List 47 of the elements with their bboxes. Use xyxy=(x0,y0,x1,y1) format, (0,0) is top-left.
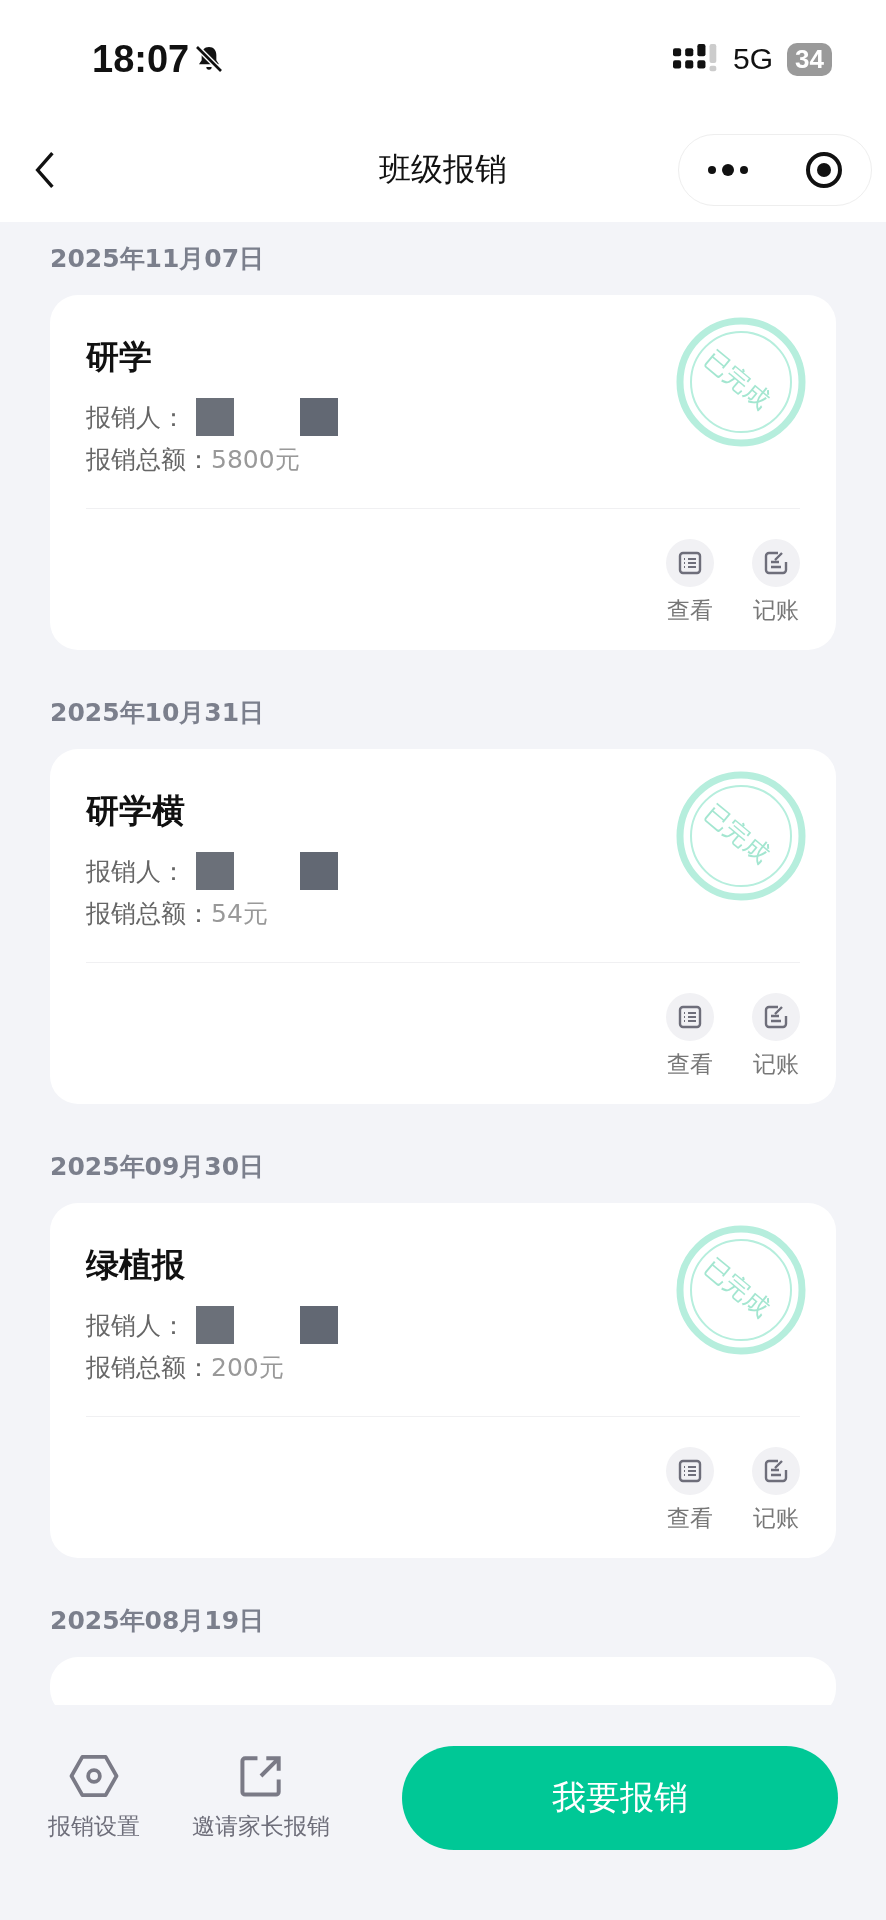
record-card[interactable]: 研学横 报销人： 报销总额：54元 已完成 查看 记账 xyxy=(50,749,836,1104)
stamp-ring-icon xyxy=(676,317,806,447)
list-icon[interactable] xyxy=(666,993,714,1041)
stamp-ring-icon xyxy=(676,1225,806,1355)
stamp-text: 已完成 xyxy=(698,343,777,417)
action-label[interactable]: 查看 xyxy=(667,1503,713,1534)
list-icon[interactable] xyxy=(666,539,714,587)
action-label[interactable]: 记账 xyxy=(753,1049,799,1080)
stamp-text: 已完成 xyxy=(698,1251,777,1325)
stamp-text: 已完成 xyxy=(698,797,777,871)
amount-value: 5800元 xyxy=(211,443,300,476)
reimburser-label: 报销人： xyxy=(86,1309,186,1342)
more-icon[interactable] xyxy=(706,163,750,177)
record-title: 绿植报 xyxy=(86,1244,186,1286)
amount-label: 报销总额： xyxy=(86,897,211,930)
invite-label[interactable]: 邀请家长报销 xyxy=(192,1811,330,1842)
battery-indicator: 34 xyxy=(787,42,832,76)
date-heading: 2025年08月19日 xyxy=(50,1605,266,1637)
action-label[interactable]: 查看 xyxy=(667,595,713,626)
network-label: 5G xyxy=(733,42,774,76)
action-label[interactable]: 记账 xyxy=(753,1503,799,1534)
record-title: 研学横 xyxy=(86,790,186,832)
edit-note-icon[interactable] xyxy=(752,1447,800,1495)
record-card[interactable]: 绿植报 报销人： 报销总额：200元 已完成 查看 记账 xyxy=(50,1203,836,1558)
record-card[interactable]: 研学 报销人： 报销总额：5800元 已完成 查看 记账 xyxy=(50,295,836,650)
amount-label: 报销总额： xyxy=(86,1351,211,1384)
date-heading: 2025年11月07日 xyxy=(50,243,266,275)
reimburser-label: 报销人： xyxy=(86,855,186,888)
action-label[interactable]: 查看 xyxy=(667,1049,713,1080)
amount-value: 54元 xyxy=(211,897,268,930)
amount-label: 报销总额： xyxy=(86,443,211,476)
reimburser-label: 报销人： xyxy=(86,401,186,434)
settings-icon[interactable] xyxy=(69,1753,119,1799)
edit-note-icon[interactable] xyxy=(752,993,800,1041)
settings-label[interactable]: 报销设置 xyxy=(48,1811,140,1842)
back-icon[interactable] xyxy=(34,151,56,189)
amount-value: 200元 xyxy=(211,1351,284,1384)
record-title: 研学 xyxy=(86,336,153,378)
action-label[interactable]: 记账 xyxy=(753,595,799,626)
date-heading: 2025年09月30日 xyxy=(50,1151,266,1183)
date-heading: 2025年10月31日 xyxy=(50,697,266,729)
stamp-ring-icon xyxy=(676,771,806,901)
close-target-icon[interactable] xyxy=(804,150,844,190)
edit-note-icon[interactable] xyxy=(752,539,800,587)
list-icon[interactable] xyxy=(666,1447,714,1495)
page-title: 班级报销 xyxy=(378,149,508,190)
status-time: 18:07 xyxy=(92,37,190,81)
